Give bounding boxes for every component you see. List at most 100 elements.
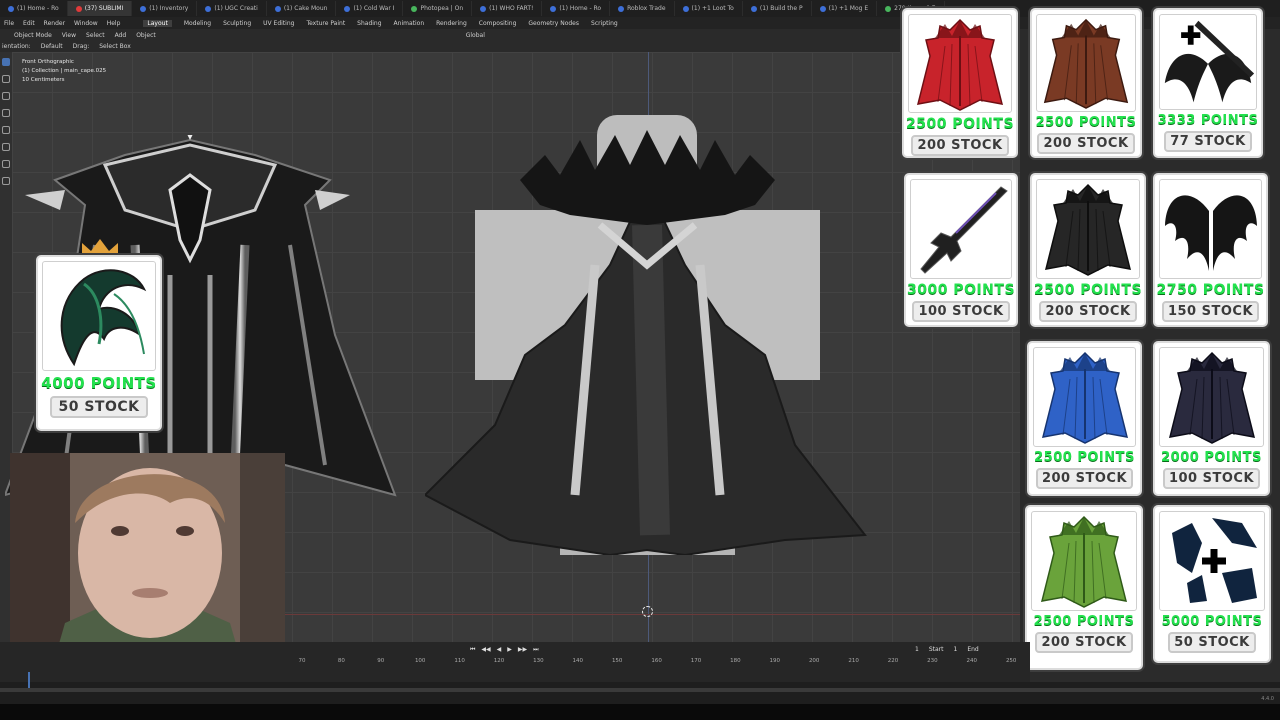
shop-item-card-dark-wings[interactable]: 2750 POINTS 150 STOCK [1153, 173, 1268, 327]
tab-label: (1) Build the P [759, 5, 803, 12]
browser-tab[interactable]: (1) Home - Ro [0, 1, 68, 16]
workspace-tab[interactable]: UV Editing [263, 20, 294, 27]
workspace-tab[interactable]: Texture Paint [306, 20, 345, 27]
workspace-tab[interactable]: Layout [143, 19, 172, 27]
move-tool-icon[interactable] [2, 92, 10, 100]
3d-cursor-icon[interactable] [642, 606, 653, 617]
mode-select[interactable]: Object Mode [14, 32, 52, 39]
featured-item-stock: 50 STOCK [50, 396, 148, 418]
tab-label: Photopea | On [420, 5, 464, 12]
timeline-scrollbar[interactable] [0, 688, 1280, 692]
shop-item-card-dark-sword[interactable]: 3000 POINTS 100 STOCK [904, 173, 1018, 327]
select-menu[interactable]: Select [86, 32, 105, 39]
frame-tick-label: 230 [927, 658, 938, 664]
item-points: 5000 POINTS [1161, 614, 1263, 629]
item-stock: 77 STOCK [1164, 131, 1252, 152]
jump-start-icon[interactable]: ⏮ [470, 646, 475, 654]
tab-favicon-icon [480, 5, 487, 12]
browser-tab[interactable]: (1) +1 Mog E [812, 1, 878, 16]
tab-favicon-icon [140, 5, 147, 12]
browser-tab[interactable]: (1) Cold War I [336, 1, 404, 16]
browser-tab[interactable]: (1) UGC Creati [197, 1, 267, 16]
collection-object: (1) Collection | main_cape.025 [22, 68, 107, 74]
jump-end-icon[interactable]: ⏭ [533, 646, 538, 654]
workspace-tab[interactable]: Animation [394, 20, 425, 27]
blender-version: 4.4.0 [1261, 696, 1274, 702]
menu-window[interactable]: Window [74, 20, 98, 27]
featured-item-card[interactable]: 4000 POINTS 50 STOCK [36, 255, 162, 431]
start-value[interactable]: 1 [954, 646, 958, 653]
start-label: Start [928, 646, 944, 653]
shop-item-card-blue-crystal-bundle[interactable]: 5000 POINTS 50 STOCK [1153, 505, 1271, 663]
next-keyframe-icon[interactable]: ▶▶ [518, 646, 527, 654]
shop-item-card-ornate-cape[interactable]: 2000 POINTS 100 STOCK [1153, 341, 1270, 496]
workspace-tab[interactable]: Rendering [436, 20, 467, 27]
main-cape-model [425, 115, 867, 555]
item-points: 2500 POINTS [1035, 115, 1137, 130]
item-points: 3333 POINTS [1157, 113, 1259, 128]
browser-tab[interactable]: (1) Home - Ro [542, 1, 611, 16]
object-menu[interactable]: Object [136, 32, 156, 39]
item-stock: 200 STOCK [911, 135, 1009, 156]
browser-tab[interactable]: Photopea | On [403, 1, 473, 16]
playhead[interactable] [28, 672, 30, 688]
select-tool-icon[interactable] [2, 58, 10, 66]
view-menu[interactable]: View [62, 32, 76, 39]
shop-item-card-red-cape[interactable]: 2500 POINTS 200 STOCK [902, 8, 1018, 158]
workspace-tab[interactable]: Shading [357, 20, 381, 27]
browser-tab[interactable]: Roblox Trade [610, 1, 675, 16]
prev-keyframe-icon[interactable]: ◀◀ [481, 646, 490, 654]
browser-tab[interactable]: (37) SUBLIMI [67, 1, 133, 16]
workspace-tab[interactable]: Sculpting [223, 20, 251, 27]
workspace-tab[interactable]: Geometry Nodes [528, 20, 579, 27]
blue-cape-icon [1033, 347, 1136, 447]
transform-orientation[interactable]: Global [466, 32, 485, 39]
frame-tick-label: 210 [848, 658, 859, 664]
tab-label: (1) Home - Ro [559, 5, 602, 12]
workspace-tab[interactable]: Compositing [479, 20, 517, 27]
brown-cape-icon [1036, 14, 1136, 112]
menu-edit[interactable]: Edit [23, 20, 35, 27]
cursor-tool-icon[interactable] [2, 75, 10, 83]
shop-item-card-sword-wings-bundle[interactable]: 3333 POINTS 77 STOCK [1153, 8, 1263, 158]
menu-render[interactable]: Render [44, 20, 65, 27]
frame-ruler[interactable]: 70 80 90 100 110 120 130 140 150 160 170 180 190 200 2… [290, 658, 1030, 668]
browser-tab[interactable]: (1) WHO FART! [472, 1, 543, 16]
item-stock: 200 STOCK [1035, 468, 1134, 489]
rotate-tool-icon[interactable] [2, 109, 10, 117]
play-icon[interactable]: ▶ [507, 646, 512, 654]
tab-label: (1) WHO FART! [489, 5, 534, 12]
shop-item-card-blue-cape[interactable]: 2500 POINTS 200 STOCK [1027, 341, 1142, 496]
featured-item-image [42, 261, 156, 371]
shop-item-card-green-cape[interactable]: 2500 POINTS 200 STOCK [1025, 505, 1143, 670]
frame-tick-label: 120 [493, 658, 505, 664]
workspace-tab[interactable]: Scripting [591, 20, 618, 27]
frame-tick-label: 250 [1005, 658, 1017, 664]
dark-wings-icon [1159, 179, 1262, 279]
tab-favicon-icon [75, 5, 82, 12]
timeline: ⏮ ◀◀ ◀ ▶ ▶▶ ⏭ 1 Start 1 End 70 80 90 100 110… [0, 642, 1030, 682]
frame-tick-label: 140 [572, 658, 584, 664]
browser-tab[interactable]: (1) Cake Moun [267, 1, 337, 16]
shop-item-card-black-cape[interactable]: 2500 POINTS 200 STOCK [1030, 173, 1146, 327]
add-menu[interactable]: Add [115, 32, 127, 39]
view-name: Front Orthographic [22, 59, 74, 65]
browser-tab[interactable]: (1) Build the P [743, 1, 812, 16]
tab-label: (1) +1 Loot To [691, 5, 734, 12]
current-frame[interactable]: 1 [915, 646, 919, 653]
orientation-value[interactable]: Default [41, 43, 63, 50]
drag-value[interactable]: Select Box [99, 43, 131, 50]
menu-file[interactable]: File [4, 20, 14, 27]
frame-tick-label: 170 [690, 658, 702, 664]
menu-help[interactable]: Help [107, 20, 121, 27]
workspace-tab[interactable]: Modeling [184, 20, 211, 27]
play-reverse-icon[interactable]: ◀ [497, 646, 502, 654]
tab-label: Roblox Trade [627, 5, 666, 12]
shop-item-card-brown-cape[interactable]: 2500 POINTS 200 STOCK [1030, 8, 1142, 158]
tab-favicon-icon [618, 5, 625, 12]
browser-tab[interactable]: (1) +1 Loot To [675, 1, 743, 16]
blue-crystal-bundle-icon [1159, 511, 1265, 611]
browser-tab[interactable]: (1) Inventory [132, 1, 198, 16]
scale-tool-icon[interactable] [2, 126, 10, 134]
taskbar [0, 704, 1280, 720]
